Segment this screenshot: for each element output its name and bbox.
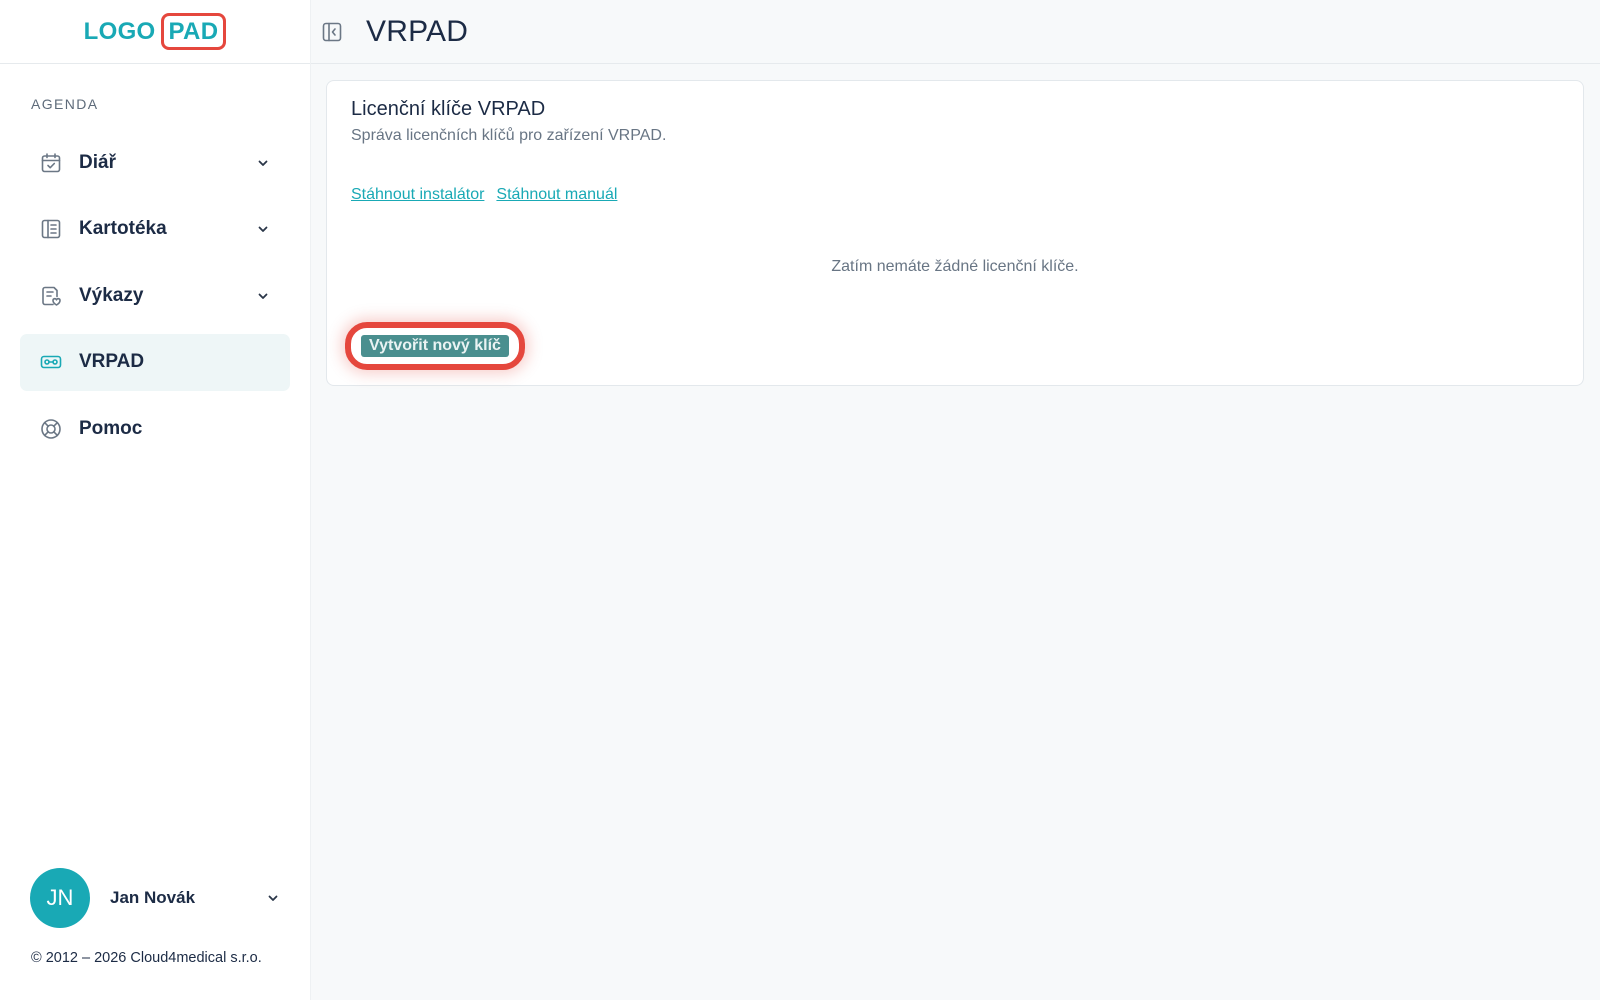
- lifebuoy-icon: [39, 417, 63, 441]
- chevron-down-icon[interactable]: [256, 222, 270, 236]
- highlight-ring: Vytvořit nový klíč: [345, 322, 525, 370]
- download-installer-link[interactable]: Stáhnout instalátor: [351, 186, 484, 204]
- create-key-button[interactable]: Vytvořit nový klíč: [361, 335, 509, 357]
- download-manual-link[interactable]: Stáhnout manuál: [496, 186, 617, 204]
- avatar: JN: [30, 868, 90, 928]
- logo-text-boxed: PAD: [160, 13, 227, 50]
- logo-text-primary: LOGO: [83, 17, 156, 45]
- page-title: VRPAD: [366, 14, 469, 48]
- sidebar-item-diar[interactable]: Diář: [20, 134, 290, 191]
- vr-headset-icon: [39, 350, 63, 374]
- chevron-down-icon[interactable]: [256, 156, 270, 170]
- logo-bar: LOGO PAD: [0, 0, 310, 64]
- empty-state-message: Zatím nemáte žádné licenční klíče.: [831, 258, 1079, 275]
- file-cabinet-icon: [39, 217, 63, 241]
- download-links: Stáhnout instalátor Stáhnout manuál: [351, 186, 617, 204]
- sidebar-item-pomoc[interactable]: Pomoc: [20, 400, 290, 457]
- top-bar: VRPAD: [311, 0, 1600, 64]
- sidebar-item-kartoteka[interactable]: Kartotéka: [20, 201, 290, 258]
- sidebar-item-vrpad[interactable]: VRPAD: [20, 333, 290, 391]
- report-icon: [39, 284, 63, 308]
- logo[interactable]: LOGO PAD: [84, 13, 227, 50]
- sidebar-item-label: Výkazy: [79, 284, 144, 306]
- chevron-down-icon[interactable]: [256, 289, 270, 303]
- sidebar-item-label: Pomoc: [79, 417, 143, 439]
- sidebar-nav: Diář Kartotéka Výkazy VRPAD Pomoc: [20, 134, 290, 467]
- chevron-down-icon[interactable]: [266, 891, 280, 905]
- card-title: Licenční klíče VRPAD: [351, 98, 546, 120]
- sidebar-collapse-icon[interactable]: [320, 20, 344, 44]
- copyright: © 2012 – 2026 Cloud4medical s.r.o.: [31, 950, 262, 966]
- sidebar: LOGO PAD AGENDA Diář Kartotéka Výkazy VR…: [0, 0, 311, 1000]
- section-label: AGENDA: [31, 96, 99, 112]
- user-menu[interactable]: JN Jan Novák: [30, 868, 280, 928]
- card-subtitle: Správa licenčních klíčů pro zařízení VRP…: [351, 127, 667, 144]
- sidebar-item-vykazy[interactable]: Výkazy: [20, 267, 290, 324]
- sidebar-item-label: Diář: [79, 151, 116, 173]
- calendar-check-icon: [39, 151, 63, 175]
- sidebar-item-label: Kartotéka: [79, 218, 167, 239]
- sidebar-item-label: VRPAD: [79, 351, 145, 372]
- user-name: Jan Novák: [110, 888, 196, 907]
- license-keys-card: Licenční klíče VRPAD Správa licenčních k…: [326, 80, 1584, 386]
